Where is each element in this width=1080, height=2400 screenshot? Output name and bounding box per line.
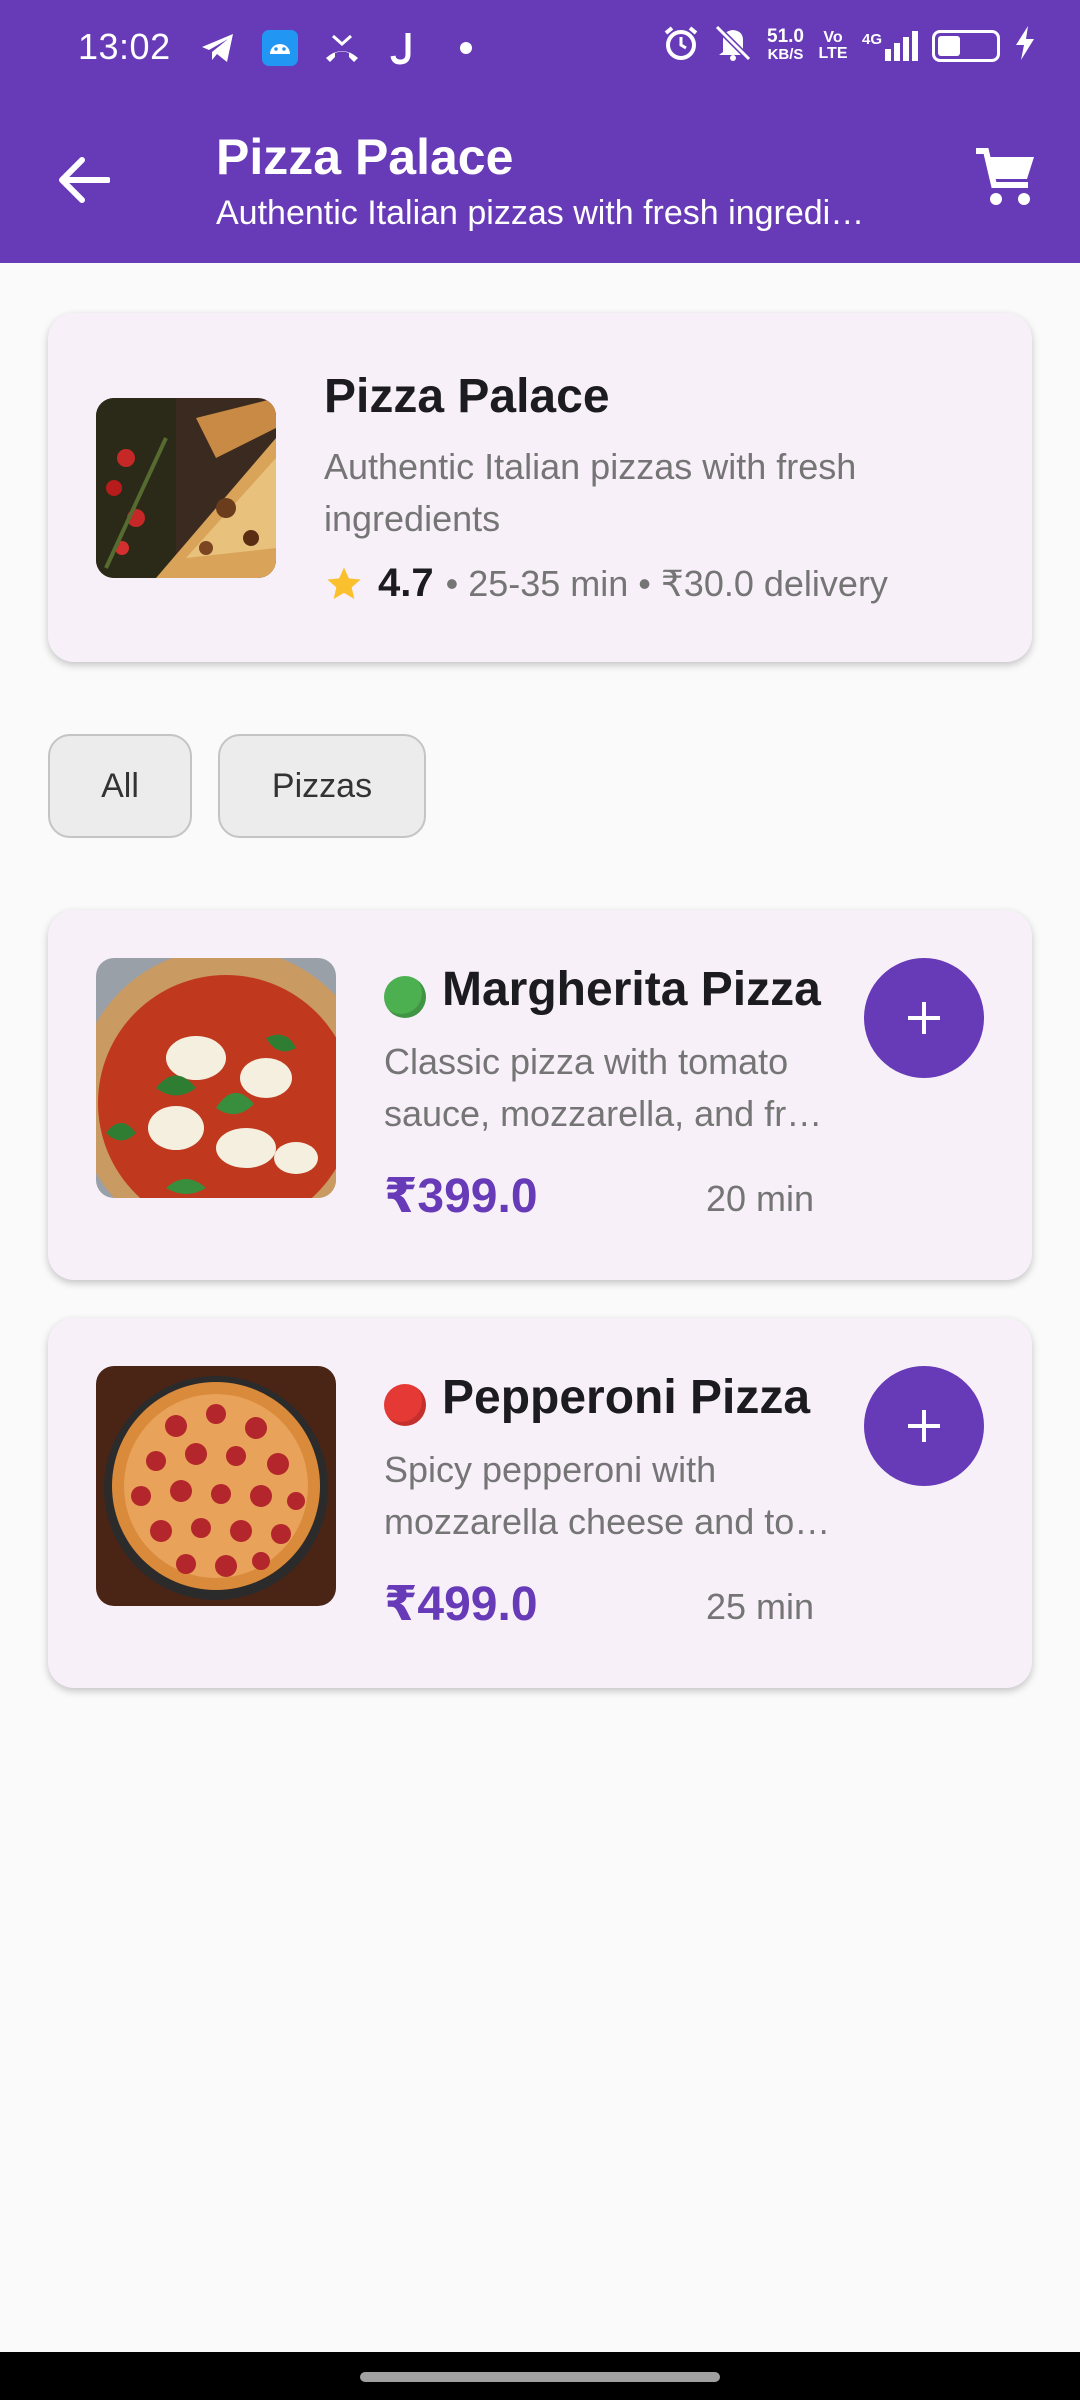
cart-button[interactable] (968, 140, 1044, 216)
item-description-line2: sauce, mozzarella, and fresh basil (384, 1093, 834, 1134)
item-description-line1: Classic pizza with tomato (384, 1041, 789, 1082)
page-title: Pizza Palace (216, 129, 514, 185)
restaurant-meta: 4.7 • 25-35 min • ₹30.0 delivery (324, 561, 888, 606)
system-nav-bar (0, 2352, 1080, 2400)
page-subtitle: Authentic Italian pizzas with fresh ingr… (216, 194, 876, 232)
item-prep-time: 25 min (705, 1586, 814, 1627)
status-bar: 13:02 51.0 KB/S Vo LTE 4G (0, 0, 1080, 96)
alarm-icon (663, 25, 699, 66)
signal-icon: 4G (861, 30, 918, 61)
diet-indicator-icon (384, 1384, 426, 1426)
charging-icon (1014, 25, 1036, 66)
restaurant-image (96, 398, 276, 578)
shopping-cart-icon (976, 148, 1034, 205)
item-name: Margherita Pizza (442, 963, 821, 1016)
restaurant-card: Pizza Palace Authentic Italian pizzas wi… (48, 313, 1032, 662)
net-speed-value: 51.0 (767, 25, 804, 47)
system-icons: 51.0 KB/S Vo LTE 4G (663, 24, 1036, 67)
menu-item-card[interactable]: Pepperoni Pizza Spicy pepperoni with moz… (48, 1318, 1032, 1688)
back-button[interactable] (50, 146, 118, 214)
signal-type: 4G (861, 30, 882, 48)
arrow-back-icon (59, 157, 110, 203)
category-chips: All Pizzas (48, 734, 426, 838)
item-description-line2: mozzarella cheese and tomato sauce (384, 1501, 834, 1542)
add-to-cart-button[interactable] (864, 1366, 984, 1486)
dot-icon (446, 28, 486, 68)
network-speed: 51.0 KB/S (767, 25, 804, 64)
mute-icon (713, 24, 753, 67)
item-name: Pepperoni Pizza (442, 1371, 811, 1424)
battery-icon (932, 29, 1000, 62)
item-prep-time: 20 min (705, 1178, 814, 1219)
net-speed-unit: KB/S (767, 45, 804, 63)
diet-indicator-icon (384, 976, 426, 1018)
missed-call-icon (322, 28, 362, 68)
item-price: ₹499.0 (384, 1578, 538, 1631)
restaurant-rating: 4.7 (378, 561, 434, 605)
top-bar: 13:02 51.0 KB/S Vo LTE 4G Pizza Palace A… (0, 0, 1080, 263)
restaurant-description: Authentic Italian pizzas with fresh ingr… (324, 446, 857, 539)
android-app-icon (260, 28, 300, 68)
restaurant-delivery-info: • 25-35 min • ₹30.0 delivery (445, 562, 888, 604)
menu-item-card[interactable]: Margherita Pizza Classic pizza with toma… (48, 910, 1032, 1280)
volte-indicator: Vo LTE (818, 28, 848, 62)
item-description-line1: Spicy pepperoni with (384, 1449, 717, 1490)
restaurant-name: Pizza Palace (324, 370, 610, 423)
chip-pizzas[interactable]: Pizzas (218, 734, 426, 838)
item-image (96, 958, 336, 1198)
status-time: 13:02 (78, 26, 171, 67)
item-description: Spicy pepperoni with mozzarella cheese a… (384, 1444, 834, 1548)
chip-all[interactable]: All (48, 734, 192, 838)
home-gesture-handle[interactable] (360, 2372, 720, 2382)
app-bar: Pizza Palace Authentic Italian pizzas wi… (0, 96, 1080, 263)
item-price: ₹399.0 (384, 1170, 538, 1223)
add-to-cart-button[interactable] (864, 958, 984, 1078)
item-image (96, 1366, 336, 1606)
j-app-icon (384, 28, 424, 68)
telegram-icon (198, 28, 238, 68)
plus-icon (908, 1410, 940, 1442)
plus-icon (908, 1002, 940, 1034)
item-description: Classic pizza with tomato sauce, mozzare… (384, 1036, 834, 1140)
notification-icons (198, 28, 486, 68)
star-icon (327, 566, 361, 599)
